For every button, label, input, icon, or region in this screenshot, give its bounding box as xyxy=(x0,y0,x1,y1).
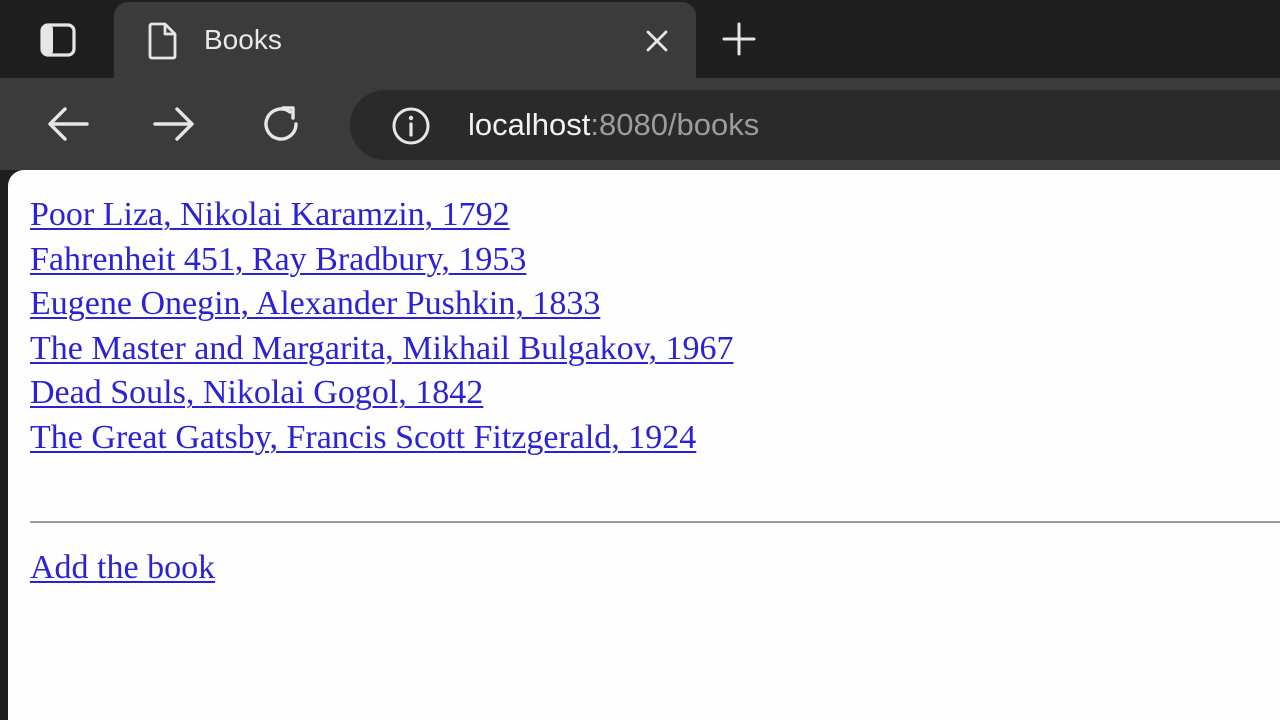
page-content: Poor Liza, Nikolai Karamzin, 1792 Fahren… xyxy=(8,170,1280,720)
book-link[interactable]: Poor Liza, Nikolai Karamzin, 1792 xyxy=(30,196,510,233)
list-item: The Great Gatsby, Francis Scott Fitzgera… xyxy=(30,416,733,461)
book-link[interactable]: The Master and Margarita, Mikhail Bulgak… xyxy=(30,330,733,367)
list-item: Dead Souls, Nikolai Gogol, 1842 xyxy=(30,371,733,416)
list-item: Poor Liza, Nikolai Karamzin, 1792 xyxy=(30,193,733,238)
close-icon xyxy=(645,29,669,53)
url-path: :8080/books xyxy=(590,107,760,142)
book-link[interactable]: Dead Souls, Nikolai Gogol, 1842 xyxy=(30,374,483,411)
book-list: Poor Liza, Nikolai Karamzin, 1792 Fahren… xyxy=(30,193,733,461)
plus-icon xyxy=(720,20,758,58)
book-link[interactable]: The Great Gatsby, Francis Scott Fitzgera… xyxy=(30,419,696,456)
forward-arrow-icon xyxy=(151,104,197,144)
sidebar-toggle-button[interactable] xyxy=(22,18,94,62)
back-button[interactable] xyxy=(44,100,92,148)
list-item: Eugene Onegin, Alexander Pushkin, 1833 xyxy=(30,282,733,327)
url-text[interactable]: localhost:8080/books xyxy=(468,105,759,145)
address-bar[interactable]: localhost:8080/books xyxy=(350,90,1280,160)
url-host: localhost xyxy=(468,107,591,142)
book-link[interactable]: Fahrenheit 451, Ray Bradbury, 1953 xyxy=(30,241,526,278)
tab-books[interactable]: Books xyxy=(114,2,696,78)
add-book-link[interactable]: Add the book xyxy=(30,546,215,590)
new-tab-button[interactable] xyxy=(718,18,760,60)
info-icon[interactable] xyxy=(390,105,432,147)
reload-button[interactable] xyxy=(257,100,305,148)
tab-title: Books xyxy=(204,24,282,55)
reload-icon xyxy=(259,102,303,146)
tab-close-button[interactable] xyxy=(642,26,672,56)
tab-strip: Books xyxy=(0,0,1280,78)
list-item: Fahrenheit 451, Ray Bradbury, 1953 xyxy=(30,238,733,283)
list-item: The Master and Margarita, Mikhail Bulgak… xyxy=(30,327,733,372)
book-link[interactable]: Eugene Onegin, Alexander Pushkin, 1833 xyxy=(30,285,600,322)
forward-button[interactable] xyxy=(150,100,198,148)
navigation-toolbar: localhost:8080/books xyxy=(0,78,1280,170)
sidebar-icon xyxy=(39,22,77,58)
horizontal-rule xyxy=(30,521,1280,523)
back-arrow-icon xyxy=(45,104,91,144)
page-icon xyxy=(146,22,178,60)
